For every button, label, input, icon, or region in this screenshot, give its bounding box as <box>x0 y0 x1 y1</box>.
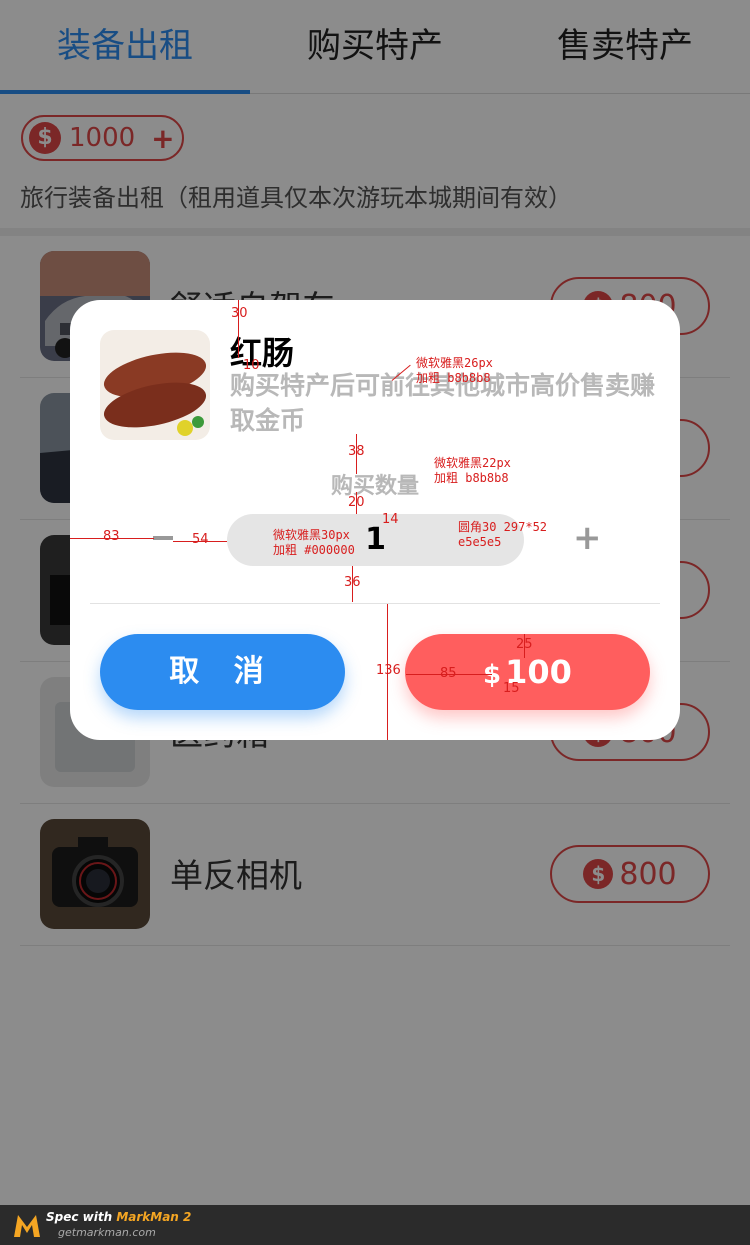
cancel-button[interactable]: 取 消 <box>100 634 345 710</box>
annotation-box-color: e5e5e5 <box>458 535 502 549</box>
coin-symbol: $ <box>483 660 502 690</box>
annotation-left-83: 83 <box>103 529 120 544</box>
annotation-gap-54: 54 <box>192 532 209 547</box>
annotation-gap-36: 36 <box>344 575 361 590</box>
annotation-box-weight: 加粗 #000000 <box>273 543 355 557</box>
annotation-box-radius: 圆角30 297*52 <box>458 520 548 534</box>
annotation-gap-14: 14 <box>382 512 399 527</box>
increase-quantity-button[interactable]: + <box>573 520 602 556</box>
markman-footer: Spec with MarkMan 2 getmarkman.com <box>0 1205 750 1245</box>
annotation-title-top: 30 <box>231 306 248 321</box>
annotation-gap-85: 85 <box>440 666 457 681</box>
footer-url[interactable]: getmarkman.com <box>58 1226 156 1239</box>
footer-spec-text: Spec with MarkMan 2 <box>46 1210 191 1224</box>
footer-spec-label: Spec with <box>46 1210 113 1224</box>
annotation-gap-15: 15 <box>503 681 520 696</box>
annotation-gap-20: 20 <box>348 495 365 510</box>
sausage-thumbnail <box>100 330 210 440</box>
annotation-qty-weight: 加粗 b8b8b8 <box>434 471 509 485</box>
annotation-height-136: 136 <box>376 663 401 678</box>
decrease-quantity-button[interactable] <box>153 536 173 540</box>
annotation-desc-font: 微软雅黑26px <box>416 356 493 370</box>
annotation-title-gap: 10 <box>243 358 260 373</box>
annotation-desc-weight: 加粗 b8b8b8 <box>416 371 491 385</box>
markman-logo-icon <box>14 1215 40 1237</box>
quantity-label: 购买数量 <box>330 474 419 499</box>
annotation-qty-font: 微软雅黑22px <box>434 456 511 470</box>
annotation-gap-25: 25 <box>516 637 533 652</box>
annotation-gap-38: 38 <box>348 444 365 459</box>
annotation-box-font: 微软雅黑30px <box>273 528 350 542</box>
footer-brand: MarkMan 2 <box>116 1210 192 1224</box>
dialog-divider <box>90 603 660 604</box>
purchase-dialog: 红肠 购买特产后可前往其他城市高价售卖赚取金币 购买数量 1 + 取 消 $10… <box>70 300 680 740</box>
